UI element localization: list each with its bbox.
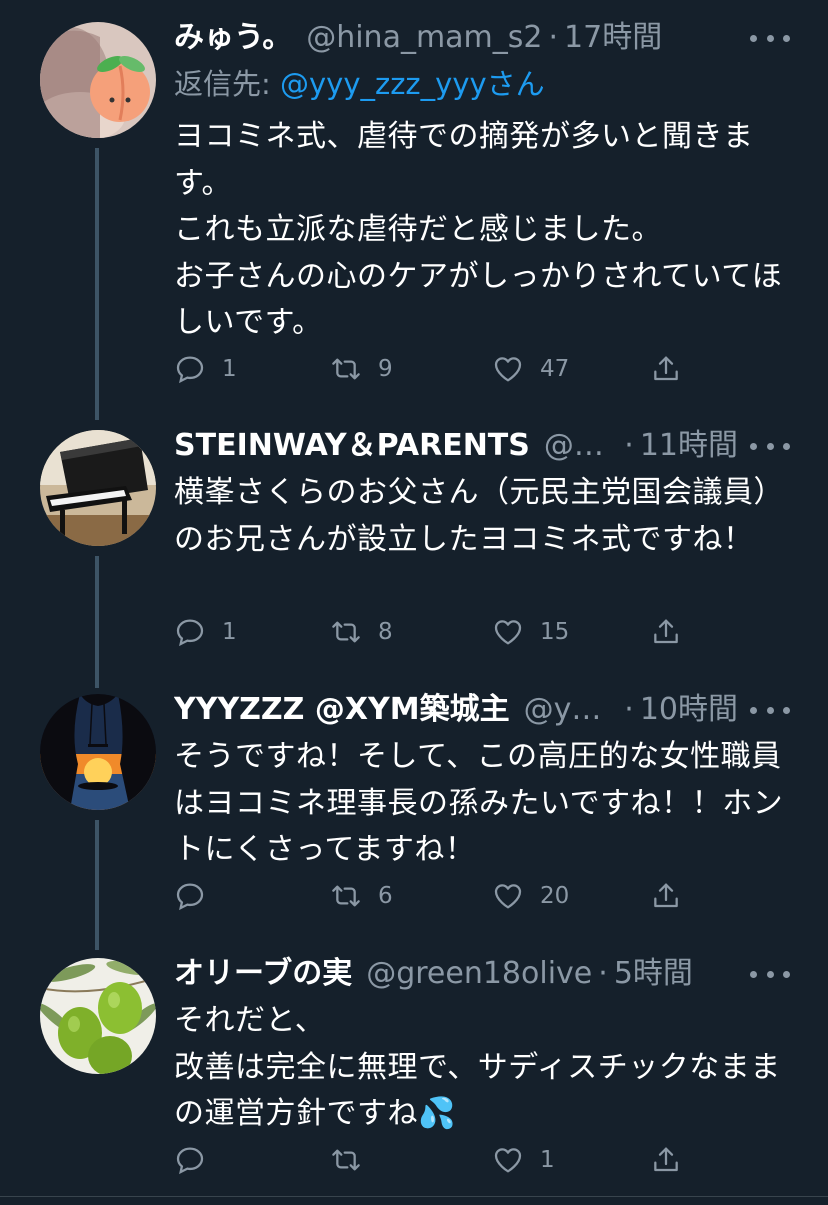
timestamp[interactable]: 17時間 bbox=[564, 10, 662, 66]
reply-icon bbox=[176, 619, 204, 647]
timestamp[interactable]: 10時間 bbox=[640, 682, 738, 738]
separator-dot: · bbox=[624, 428, 634, 463]
share-button[interactable] bbox=[650, 347, 682, 391]
heart-icon bbox=[494, 884, 522, 909]
display-name[interactable]: STEINWAY＆PARENTS bbox=[174, 418, 530, 474]
like-button[interactable]: 47 bbox=[492, 347, 569, 391]
sunset-silhouette-icon bbox=[40, 694, 156, 810]
share-icon bbox=[654, 1147, 678, 1172]
share-icon bbox=[654, 883, 678, 908]
like-count: 1 bbox=[540, 1147, 555, 1173]
user-handle[interactable]: @yy… bbox=[524, 682, 619, 738]
retweet-button[interactable]: 9 bbox=[330, 347, 393, 391]
tweet-actions: 1 9 47 bbox=[174, 347, 694, 391]
more-options-icon[interactable] bbox=[750, 434, 790, 458]
tweet-actions: 1 8 15 bbox=[174, 610, 694, 654]
more-options-icon[interactable] bbox=[750, 698, 790, 722]
like-button[interactable]: 15 bbox=[492, 610, 569, 654]
retweet-button[interactable]: 8 bbox=[330, 610, 393, 654]
timestamp[interactable]: 5時間 bbox=[614, 946, 693, 1002]
thread-line bbox=[95, 556, 99, 688]
display-name[interactable]: みゅう。 bbox=[174, 10, 292, 66]
retweet-icon bbox=[332, 1149, 360, 1171]
avatar-olive[interactable] bbox=[40, 958, 156, 1074]
tweet-4[interactable]: オリーブの実 @green18olive · 5時間 それだと、 改善は完全に無… bbox=[0, 940, 828, 1205]
tweet-header: YYYZZZ @XYM築城主 @yy… · 10時間 bbox=[174, 682, 738, 738]
sweat-droplets-emoji: 💦 bbox=[418, 1096, 456, 1131]
retweet-icon bbox=[332, 621, 360, 643]
reply-icon bbox=[176, 1147, 204, 1175]
display-name[interactable]: YYYZZZ @XYM築城主 bbox=[174, 682, 510, 738]
like-count: 15 bbox=[540, 619, 570, 645]
retweet-count: 8 bbox=[378, 619, 393, 645]
reply-button[interactable]: 1 bbox=[174, 347, 237, 391]
tweet-text: そうですね！そして、この高圧的な女性職員はヨコミネ理事長の孫みたいですね！！ホン… bbox=[174, 739, 784, 867]
like-button[interactable]: 20 bbox=[492, 874, 569, 918]
retweet-button[interactable]: 6 bbox=[330, 874, 393, 918]
heart-icon bbox=[494, 1148, 522, 1173]
more-options-icon[interactable] bbox=[750, 962, 790, 986]
thread-line bbox=[95, 820, 99, 950]
timestamp[interactable]: 11時間 bbox=[640, 418, 738, 474]
retweet-icon bbox=[332, 885, 360, 907]
avatar-peach[interactable] bbox=[40, 22, 156, 138]
grand-piano-icon bbox=[40, 430, 156, 546]
avatar-sunset[interactable] bbox=[40, 694, 156, 810]
user-handle[interactable]: @hina_mam_s2 bbox=[306, 10, 542, 66]
tweet-2[interactable]: STEINWAY＆PARENTS @st… · 11時間 横峯さくらのお父さん（… bbox=[0, 412, 828, 688]
avatar-piano[interactable] bbox=[40, 430, 156, 546]
tweet-text: 横峯さくらのお父さん（元民主党国会議員）のお兄さんが設立したヨコミネ式ですね！ bbox=[174, 475, 784, 557]
thread-line bbox=[95, 148, 99, 420]
tweet-text-content: それだと、 改善は完全に無理で、サディスチックなままの運営方針ですね bbox=[174, 1003, 781, 1131]
share-button[interactable] bbox=[650, 1138, 682, 1182]
tweet-header: STEINWAY＆PARENTS @st… · 11時間 bbox=[174, 418, 738, 474]
separator-dot: · bbox=[624, 692, 634, 727]
tweet-text: ヨコミネ式、虐待での摘発が多いと聞きます。 これも立派な虐待だと感じました。 お… bbox=[174, 119, 783, 340]
share-icon bbox=[654, 619, 678, 644]
like-count: 20 bbox=[540, 883, 570, 909]
mention-link[interactable]: @yyy_zzz_yyyさん bbox=[280, 67, 545, 101]
reply-button[interactable] bbox=[174, 1138, 222, 1182]
separator-dot: · bbox=[598, 956, 608, 991]
replying-to-label: 返信先: bbox=[174, 67, 280, 101]
like-count: 47 bbox=[540, 356, 570, 382]
heart-icon bbox=[494, 620, 522, 645]
tweet-3[interactable]: YYYZZZ @XYM築城主 @yy… · 10時間 そうですね！そして、この高… bbox=[0, 676, 828, 950]
user-handle[interactable]: @st… bbox=[544, 418, 618, 474]
retweet-icon bbox=[332, 358, 360, 380]
tweet-1[interactable]: みゅう。 @hina_mam_s2 · 17時間 返信先: @yyy_zzz_y… bbox=[0, 0, 828, 420]
reply-count: 1 bbox=[222, 356, 237, 382]
retweet-count: 9 bbox=[378, 356, 393, 382]
olive-icon bbox=[40, 958, 156, 1074]
reply-count: 1 bbox=[222, 619, 237, 645]
tweet-actions: 6 20 bbox=[174, 874, 694, 918]
tweet-actions: 1 bbox=[174, 1138, 694, 1182]
share-button[interactable] bbox=[650, 610, 682, 654]
share-icon bbox=[654, 356, 678, 381]
reply-button[interactable] bbox=[174, 874, 222, 918]
divider bbox=[0, 1196, 828, 1197]
user-handle[interactable]: @green18olive bbox=[366, 946, 592, 1002]
replying-to: 返信先: @yyy_zzz_yyyさん bbox=[174, 62, 545, 106]
peach-icon bbox=[40, 22, 156, 138]
share-button[interactable] bbox=[650, 874, 682, 918]
separator-dot: · bbox=[548, 20, 559, 55]
more-options-icon[interactable] bbox=[750, 26, 790, 50]
reply-thread: みゅう。 @hina_mam_s2 · 17時間 返信先: @yyy_zzz_y… bbox=[0, 0, 828, 1205]
reply-button[interactable]: 1 bbox=[174, 610, 237, 654]
display-name[interactable]: オリーブの実 bbox=[174, 946, 352, 1002]
tweet-header: オリーブの実 @green18olive · 5時間 bbox=[174, 946, 738, 1002]
tweet-text: それだと、 改善は完全に無理で、サディスチックなままの運営方針ですね💦 bbox=[174, 998, 794, 1138]
retweet-count: 6 bbox=[378, 883, 393, 909]
tweet-header: みゅう。 @hina_mam_s2 · 17時間 bbox=[174, 10, 738, 66]
heart-icon bbox=[494, 357, 522, 382]
like-button[interactable]: 1 bbox=[492, 1138, 555, 1182]
reply-icon bbox=[176, 356, 204, 384]
retweet-button[interactable] bbox=[330, 1138, 378, 1182]
reply-icon bbox=[176, 883, 204, 911]
